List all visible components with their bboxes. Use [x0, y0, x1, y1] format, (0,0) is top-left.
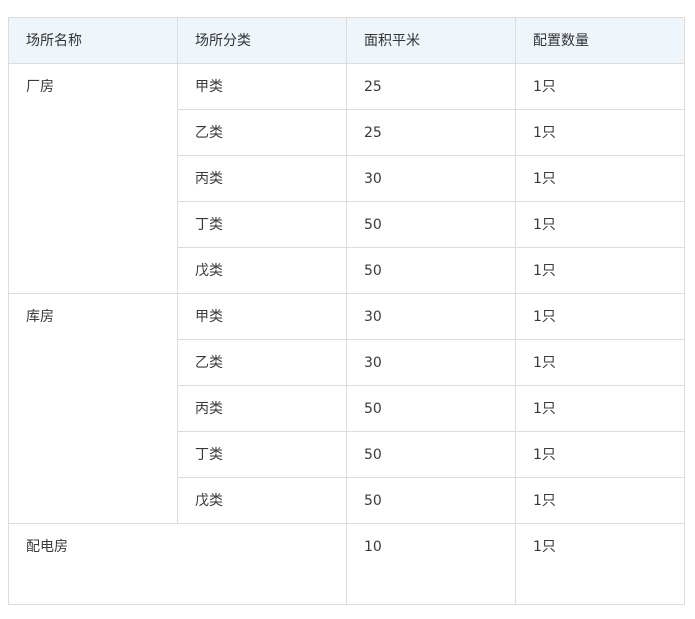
category-cell: 丁类 [177, 431, 347, 478]
table-body: 厂房 甲类 25 1只 乙类 25 1只 丙类 30 1只 丁类 50 1只 戊… [8, 63, 685, 605]
area-cell: 30 [346, 339, 516, 386]
category-cell: 乙类 [177, 109, 347, 156]
place-name-cell: 配电房 [8, 523, 347, 605]
quantity-cell: 1只 [515, 431, 685, 478]
place-name-cell: 厂房 [8, 63, 178, 294]
category-cell: 甲类 [177, 293, 347, 340]
quantity-cell: 1只 [515, 155, 685, 202]
header-area: 面积平米 [346, 17, 516, 64]
area-cell: 30 [346, 293, 516, 340]
category-cell: 戊类 [177, 247, 347, 294]
quantity-cell: 1只 [515, 477, 685, 524]
table-header: 场所名称 场所分类 面积平米 配置数量 [8, 17, 685, 64]
quantity-cell: 1只 [515, 247, 685, 294]
area-cell: 30 [346, 155, 516, 202]
header-row: 场所名称 场所分类 面积平米 配置数量 [8, 17, 685, 64]
table-row: 库房 甲类 30 1只 [8, 293, 685, 524]
area-cell: 50 [346, 247, 516, 294]
category-cell: 丙类 [177, 385, 347, 432]
quantity-cell: 1只 [515, 385, 685, 432]
quantity-cell: 1只 [515, 339, 685, 386]
quantity-cell: 1只 [515, 293, 685, 340]
category-cell: 戊类 [177, 477, 347, 524]
category-cell: 丙类 [177, 155, 347, 202]
place-name-cell: 库房 [8, 293, 178, 524]
area-cell: 25 [346, 109, 516, 156]
table-row: 厂房 甲类 25 1只 [8, 63, 685, 294]
quantity-cell: 1只 [515, 109, 685, 156]
header-quantity: 配置数量 [515, 17, 685, 64]
area-cell: 50 [346, 385, 516, 432]
category-cell: 甲类 [177, 63, 347, 110]
header-place-category: 场所分类 [177, 17, 347, 64]
table-row: 配电房 10 1只 [8, 523, 685, 605]
area-cell: 50 [346, 201, 516, 248]
quantity-cell: 1只 [515, 523, 685, 605]
fire-extinguisher-config-table: 场所名称 场所分类 面积平米 配置数量 厂房 甲类 25 1只 乙类 25 1只… [8, 17, 685, 605]
quantity-cell: 1只 [515, 201, 685, 248]
quantity-cell: 1只 [515, 63, 685, 110]
area-cell: 10 [346, 523, 516, 605]
area-cell: 50 [346, 477, 516, 524]
category-cell: 乙类 [177, 339, 347, 386]
category-cell: 丁类 [177, 201, 347, 248]
area-cell: 25 [346, 63, 516, 110]
header-place-name: 场所名称 [8, 17, 178, 64]
area-cell: 50 [346, 431, 516, 478]
